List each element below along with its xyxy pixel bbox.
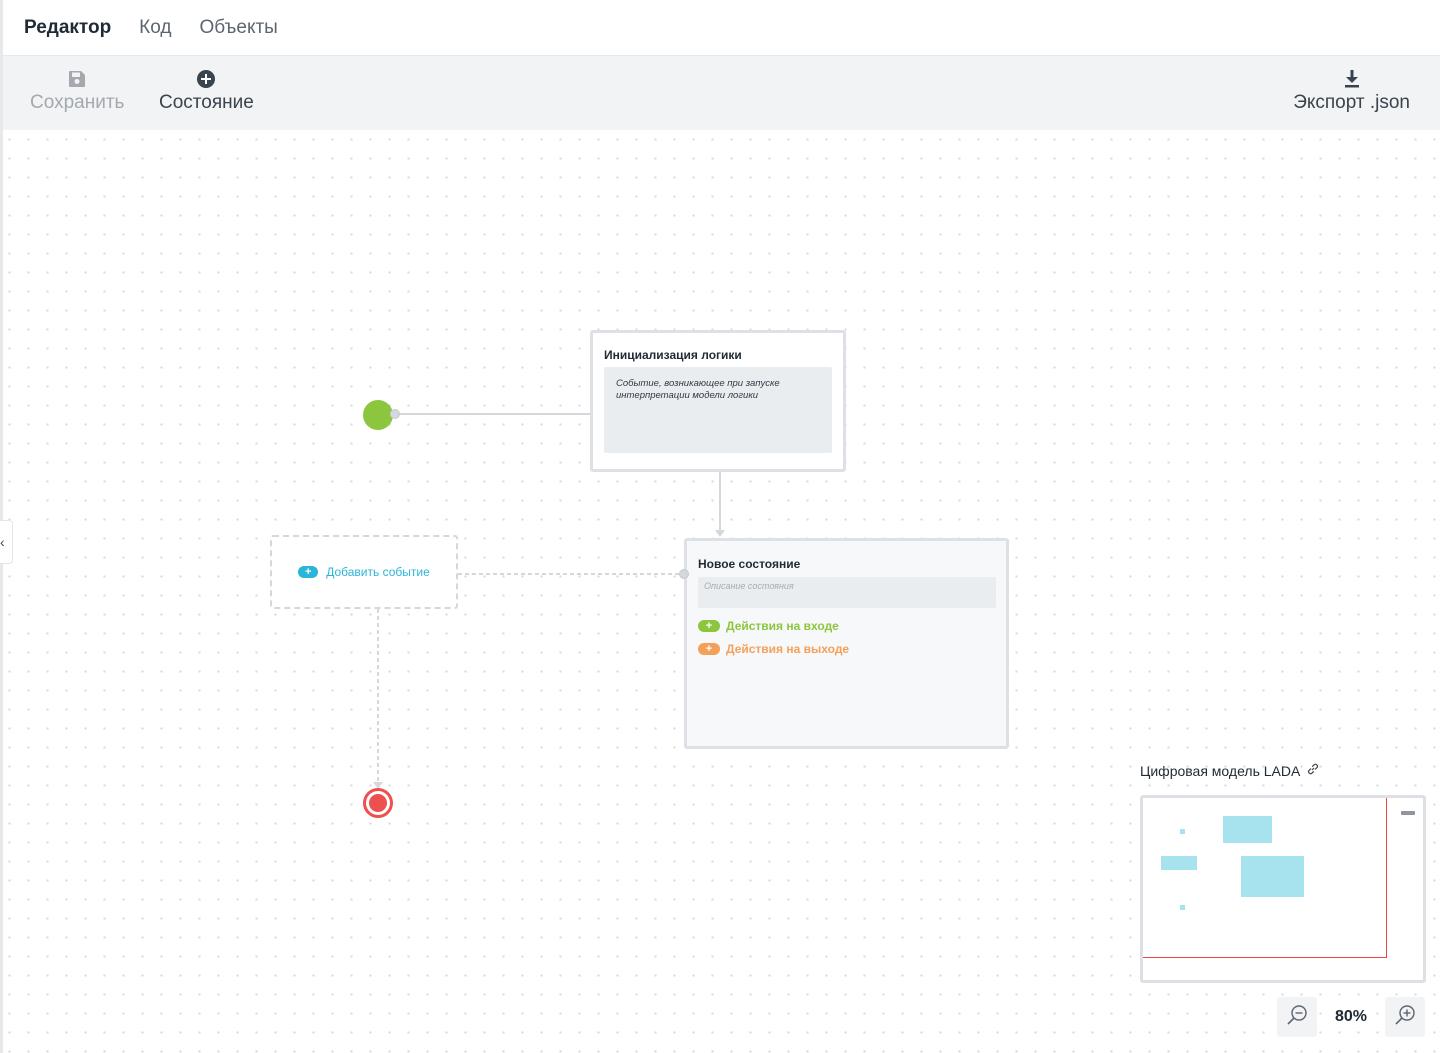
chevron-left-icon: ‹: [0, 534, 5, 550]
zoom-out-button[interactable]: [1277, 997, 1317, 1037]
tab-objects[interactable]: Объекты: [199, 17, 277, 39]
add-event-label: Добавить событие: [326, 565, 430, 579]
add-state-label: Состояние: [159, 92, 254, 113]
end-node[interactable]: [363, 788, 393, 818]
add-enter-actions-button[interactable]: + Действия на входе: [698, 619, 839, 633]
add-state-button[interactable]: Состояние: [159, 68, 254, 114]
plus-icon: +: [298, 566, 319, 578]
minimap-viewport[interactable]: [1143, 798, 1387, 958]
toolbar: Сохранить Состояние Экспорт .json: [0, 56, 1440, 130]
zoom-in-button[interactable]: [1385, 997, 1425, 1037]
state-node-title: Новое состояние: [698, 557, 801, 571]
init-node-description: Событие, возникающее при запуске интерпр…: [604, 367, 832, 453]
minimap-collapse-button[interactable]: [1401, 811, 1415, 815]
zoom-level: 80%: [1334, 1008, 1368, 1025]
state-node-port[interactable]: [679, 569, 689, 579]
export-json-label: Экспорт .json: [1293, 92, 1410, 113]
save-button[interactable]: Сохранить: [30, 68, 124, 114]
plus-icon: +: [698, 620, 720, 632]
top-navigation: Редактор Код Объекты: [0, 0, 1440, 56]
enter-actions-label: Действия на входе: [726, 619, 839, 633]
new-state-node[interactable]: Новое состояние Описание состояния + Дей…: [684, 538, 1009, 749]
add-event-node[interactable]: + Добавить событие: [270, 535, 458, 609]
save-icon: [66, 68, 88, 90]
download-icon: [1341, 68, 1363, 90]
model-name: Цифровая модель LADA: [1140, 762, 1301, 779]
plus-circle-icon: [195, 68, 217, 90]
export-json-button[interactable]: Экспорт .json: [1293, 68, 1410, 114]
init-logic-node[interactable]: Инициализация логики Событие, возникающе…: [590, 330, 846, 472]
minimap-title: Цифровая модель LADA: [1140, 762, 1320, 779]
exit-actions-label: Действия на выходе: [726, 642, 850, 656]
init-node-title: Инициализация логики: [604, 348, 742, 362]
state-description-field[interactable]: Описание состояния: [698, 577, 996, 608]
plus-icon: +: [698, 643, 720, 655]
minimap[interactable]: [1140, 795, 1426, 983]
zoom-in-icon: [1394, 1004, 1416, 1031]
collapse-panel-button[interactable]: ‹: [0, 520, 13, 564]
link-icon[interactable]: [1306, 762, 1320, 779]
start-node-port[interactable]: [390, 409, 400, 419]
zoom-out-icon: [1286, 1004, 1308, 1031]
start-node[interactable]: [363, 400, 393, 430]
tab-editor[interactable]: Редактор: [24, 17, 111, 39]
tab-code[interactable]: Код: [139, 17, 171, 39]
save-label: Сохранить: [30, 92, 125, 113]
add-exit-actions-button[interactable]: + Действия на выходе: [698, 642, 849, 656]
